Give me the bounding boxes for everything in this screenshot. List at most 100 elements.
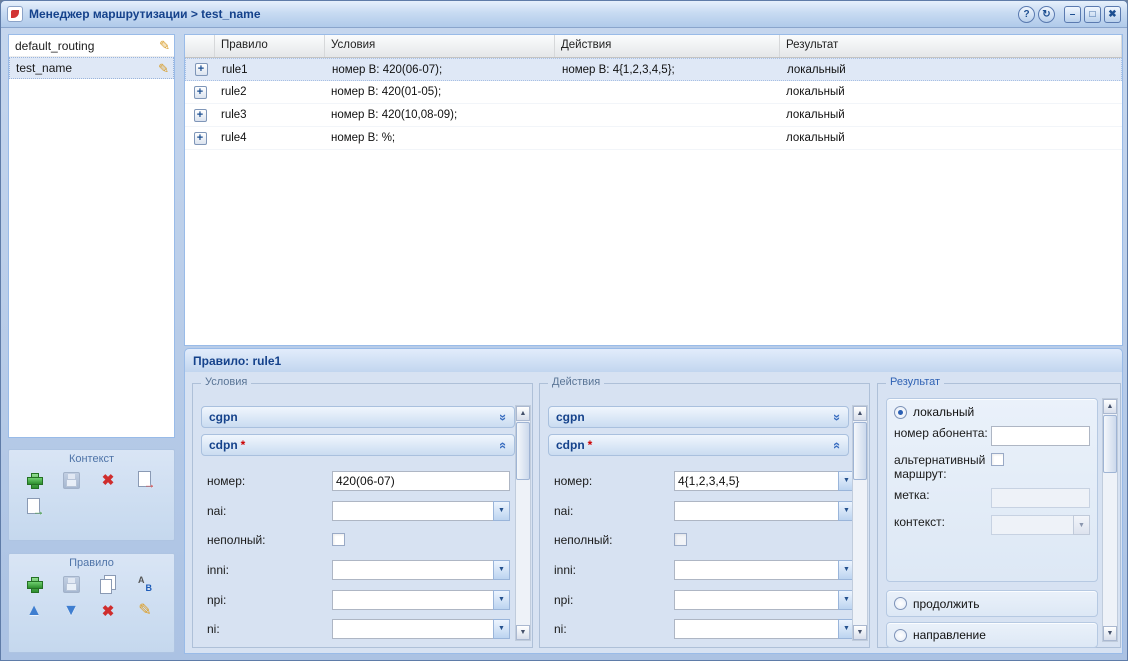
save-context-button[interactable] (59, 468, 83, 492)
save-icon (63, 472, 80, 489)
scroll-down-icon[interactable]: ▼ (853, 625, 867, 640)
maximize-button[interactable]: □ (1084, 6, 1101, 23)
nai-select[interactable]: ▼ (674, 501, 855, 521)
chevron-double-up-icon[interactable]: « (496, 441, 511, 448)
add-rule-button[interactable] (22, 572, 46, 596)
inni-select[interactable]: ▼ (674, 560, 855, 580)
grid-row-rule4[interactable]: + rule4 номер B: %; локальный (185, 127, 1122, 150)
npi-select-input[interactable] (674, 590, 838, 610)
number-combo[interactable]: ▼ (674, 471, 855, 491)
add-context-button[interactable] (22, 468, 46, 492)
incomplete-checkbox[interactable] (674, 533, 687, 546)
continue-radio-label: продолжить (913, 597, 979, 611)
inni-select-input[interactable] (332, 560, 493, 580)
ni-select[interactable]: ▼ (674, 619, 855, 639)
local-radio-label: локальный (913, 405, 974, 419)
expand-row-icon[interactable]: + (194, 86, 207, 99)
edit-rule-button[interactable]: ✎ (133, 599, 157, 623)
expand-row-icon[interactable]: + (194, 109, 207, 122)
number-combo-input[interactable] (674, 471, 838, 491)
subscriber-number-input[interactable] (991, 426, 1090, 446)
refresh-button[interactable]: ↻ (1038, 6, 1055, 23)
inni-select-input[interactable] (674, 560, 838, 580)
metka-label: метка: (894, 488, 991, 508)
column-header-result[interactable]: Результат (780, 35, 1122, 57)
scroll-thumb[interactable] (853, 422, 867, 480)
column-header-rule[interactable]: Правило (215, 35, 325, 57)
actions-cdpn-panel[interactable]: cdpn * « (548, 434, 849, 456)
help-button[interactable]: ? (1018, 6, 1035, 23)
grid-row-rule1[interactable]: + rule1 номер B: 420(06-07); номер B: 4{… (185, 58, 1122, 81)
result-option-local[interactable]: локальный номер абонента: альтернативный… (886, 398, 1098, 582)
scroll-up-icon[interactable]: ▲ (1103, 399, 1117, 414)
edit-context-icon[interactable]: ✎ (159, 39, 170, 52)
rename-rule-button[interactable]: AB (133, 572, 157, 596)
context-item-test-name[interactable]: test_name ✎ (9, 57, 174, 79)
nai-select-input[interactable] (332, 501, 493, 521)
move-rule-up-button[interactable]: ▲ (22, 599, 46, 623)
metka-input (991, 488, 1090, 508)
dropdown-trigger-icon[interactable]: ▼ (493, 501, 510, 521)
context-item-default-routing[interactable]: default_routing ✎ (9, 35, 174, 57)
scroll-thumb[interactable] (1103, 415, 1117, 473)
continue-radio[interactable] (894, 597, 907, 610)
local-radio[interactable] (894, 406, 907, 419)
delete-context-button[interactable]: ✖ (96, 468, 120, 492)
chevron-double-down-icon[interactable]: » (496, 413, 511, 420)
actions-scrollbar[interactable]: ▲ ▼ (852, 405, 868, 641)
copy-rule-button[interactable] (96, 572, 120, 596)
dropdown-trigger-icon[interactable]: ▼ (493, 619, 510, 639)
unload-context-button[interactable]: → (133, 468, 157, 492)
move-rule-down-button[interactable]: ▼ (59, 599, 83, 623)
number-input[interactable] (332, 471, 510, 491)
scroll-down-icon[interactable]: ▼ (1103, 626, 1117, 641)
conditions-cgpn-panel[interactable]: cgpn » (201, 406, 515, 428)
grid-row-rule2[interactable]: + rule2 номер B: 420(01-05); локальный (185, 81, 1122, 104)
required-mark: * (588, 438, 593, 452)
scroll-up-icon[interactable]: ▲ (516, 406, 530, 421)
subscriber-number-label: номер абонента: (894, 426, 991, 446)
actions-cgpn-panel[interactable]: cgpn » (548, 406, 849, 428)
context-name: test_name (16, 61, 72, 75)
cell-rule: rule4 (215, 132, 325, 144)
column-header-conditions[interactable]: Условия (325, 35, 555, 57)
load-context-button[interactable]: → (22, 495, 46, 519)
inni-select[interactable]: ▼ (332, 560, 510, 580)
close-button[interactable]: ✖ (1104, 6, 1121, 23)
direction-radio[interactable] (894, 629, 907, 642)
scroll-thumb[interactable] (516, 422, 530, 480)
required-mark: * (241, 438, 246, 452)
dropdown-trigger-icon[interactable]: ▼ (493, 560, 510, 580)
edit-context-icon[interactable]: ✎ (158, 62, 169, 75)
chevron-double-down-icon[interactable]: » (830, 413, 845, 420)
incomplete-checkbox[interactable] (332, 533, 345, 546)
minimize-button[interactable]: – (1064, 6, 1081, 23)
dropdown-trigger-icon[interactable]: ▼ (493, 590, 510, 610)
conditions-cdpn-panel[interactable]: cdpn * « (201, 434, 515, 456)
expand-row-icon[interactable]: + (195, 63, 208, 76)
grid-row-rule3[interactable]: + rule3 номер B: 420(10,08-09); локальны… (185, 104, 1122, 127)
conditions-scrollbar[interactable]: ▲ ▼ (515, 405, 531, 641)
ni-select-input[interactable] (332, 619, 493, 639)
scroll-up-icon[interactable]: ▲ (853, 406, 867, 421)
result-scrollbar[interactable]: ▲ ▼ (1102, 398, 1118, 642)
nai-select[interactable]: ▼ (332, 501, 510, 521)
ni-select[interactable]: ▼ (332, 619, 510, 639)
ni-select-input[interactable] (674, 619, 838, 639)
result-option-continue[interactable]: продолжить (886, 590, 1098, 617)
expand-row-icon[interactable]: + (194, 132, 207, 145)
result-fieldset: Результат локальный номер абонента: альт… (877, 383, 1121, 648)
delete-icon: ✖ (102, 473, 115, 488)
nai-select-input[interactable] (674, 501, 838, 521)
npi-select[interactable]: ▼ (332, 590, 510, 610)
delete-rule-button[interactable]: ✖ (96, 599, 120, 623)
scroll-down-icon[interactable]: ▼ (516, 625, 530, 640)
column-header-actions[interactable]: Действия (555, 35, 780, 57)
npi-select-input[interactable] (332, 590, 493, 610)
chevron-double-up-icon[interactable]: « (830, 441, 845, 448)
npi-select[interactable]: ▼ (674, 590, 855, 610)
alt-route-checkbox[interactable] (991, 453, 1004, 466)
save-rule-button[interactable] (59, 572, 83, 596)
actions-legend: Действия (548, 376, 604, 388)
result-option-direction[interactable]: направление (886, 622, 1098, 648)
